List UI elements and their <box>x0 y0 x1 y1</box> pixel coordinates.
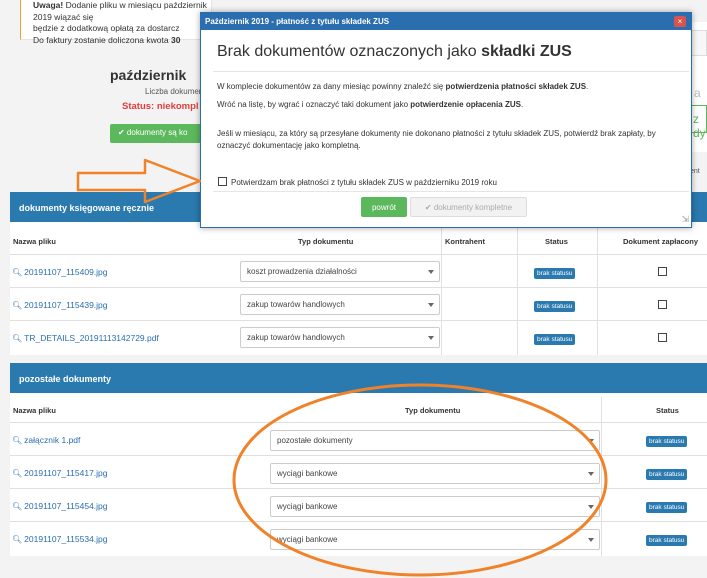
annotation-layer <box>76 158 608 577</box>
annotation-arrow <box>76 158 202 204</box>
annotation-ellipse <box>232 383 608 577</box>
